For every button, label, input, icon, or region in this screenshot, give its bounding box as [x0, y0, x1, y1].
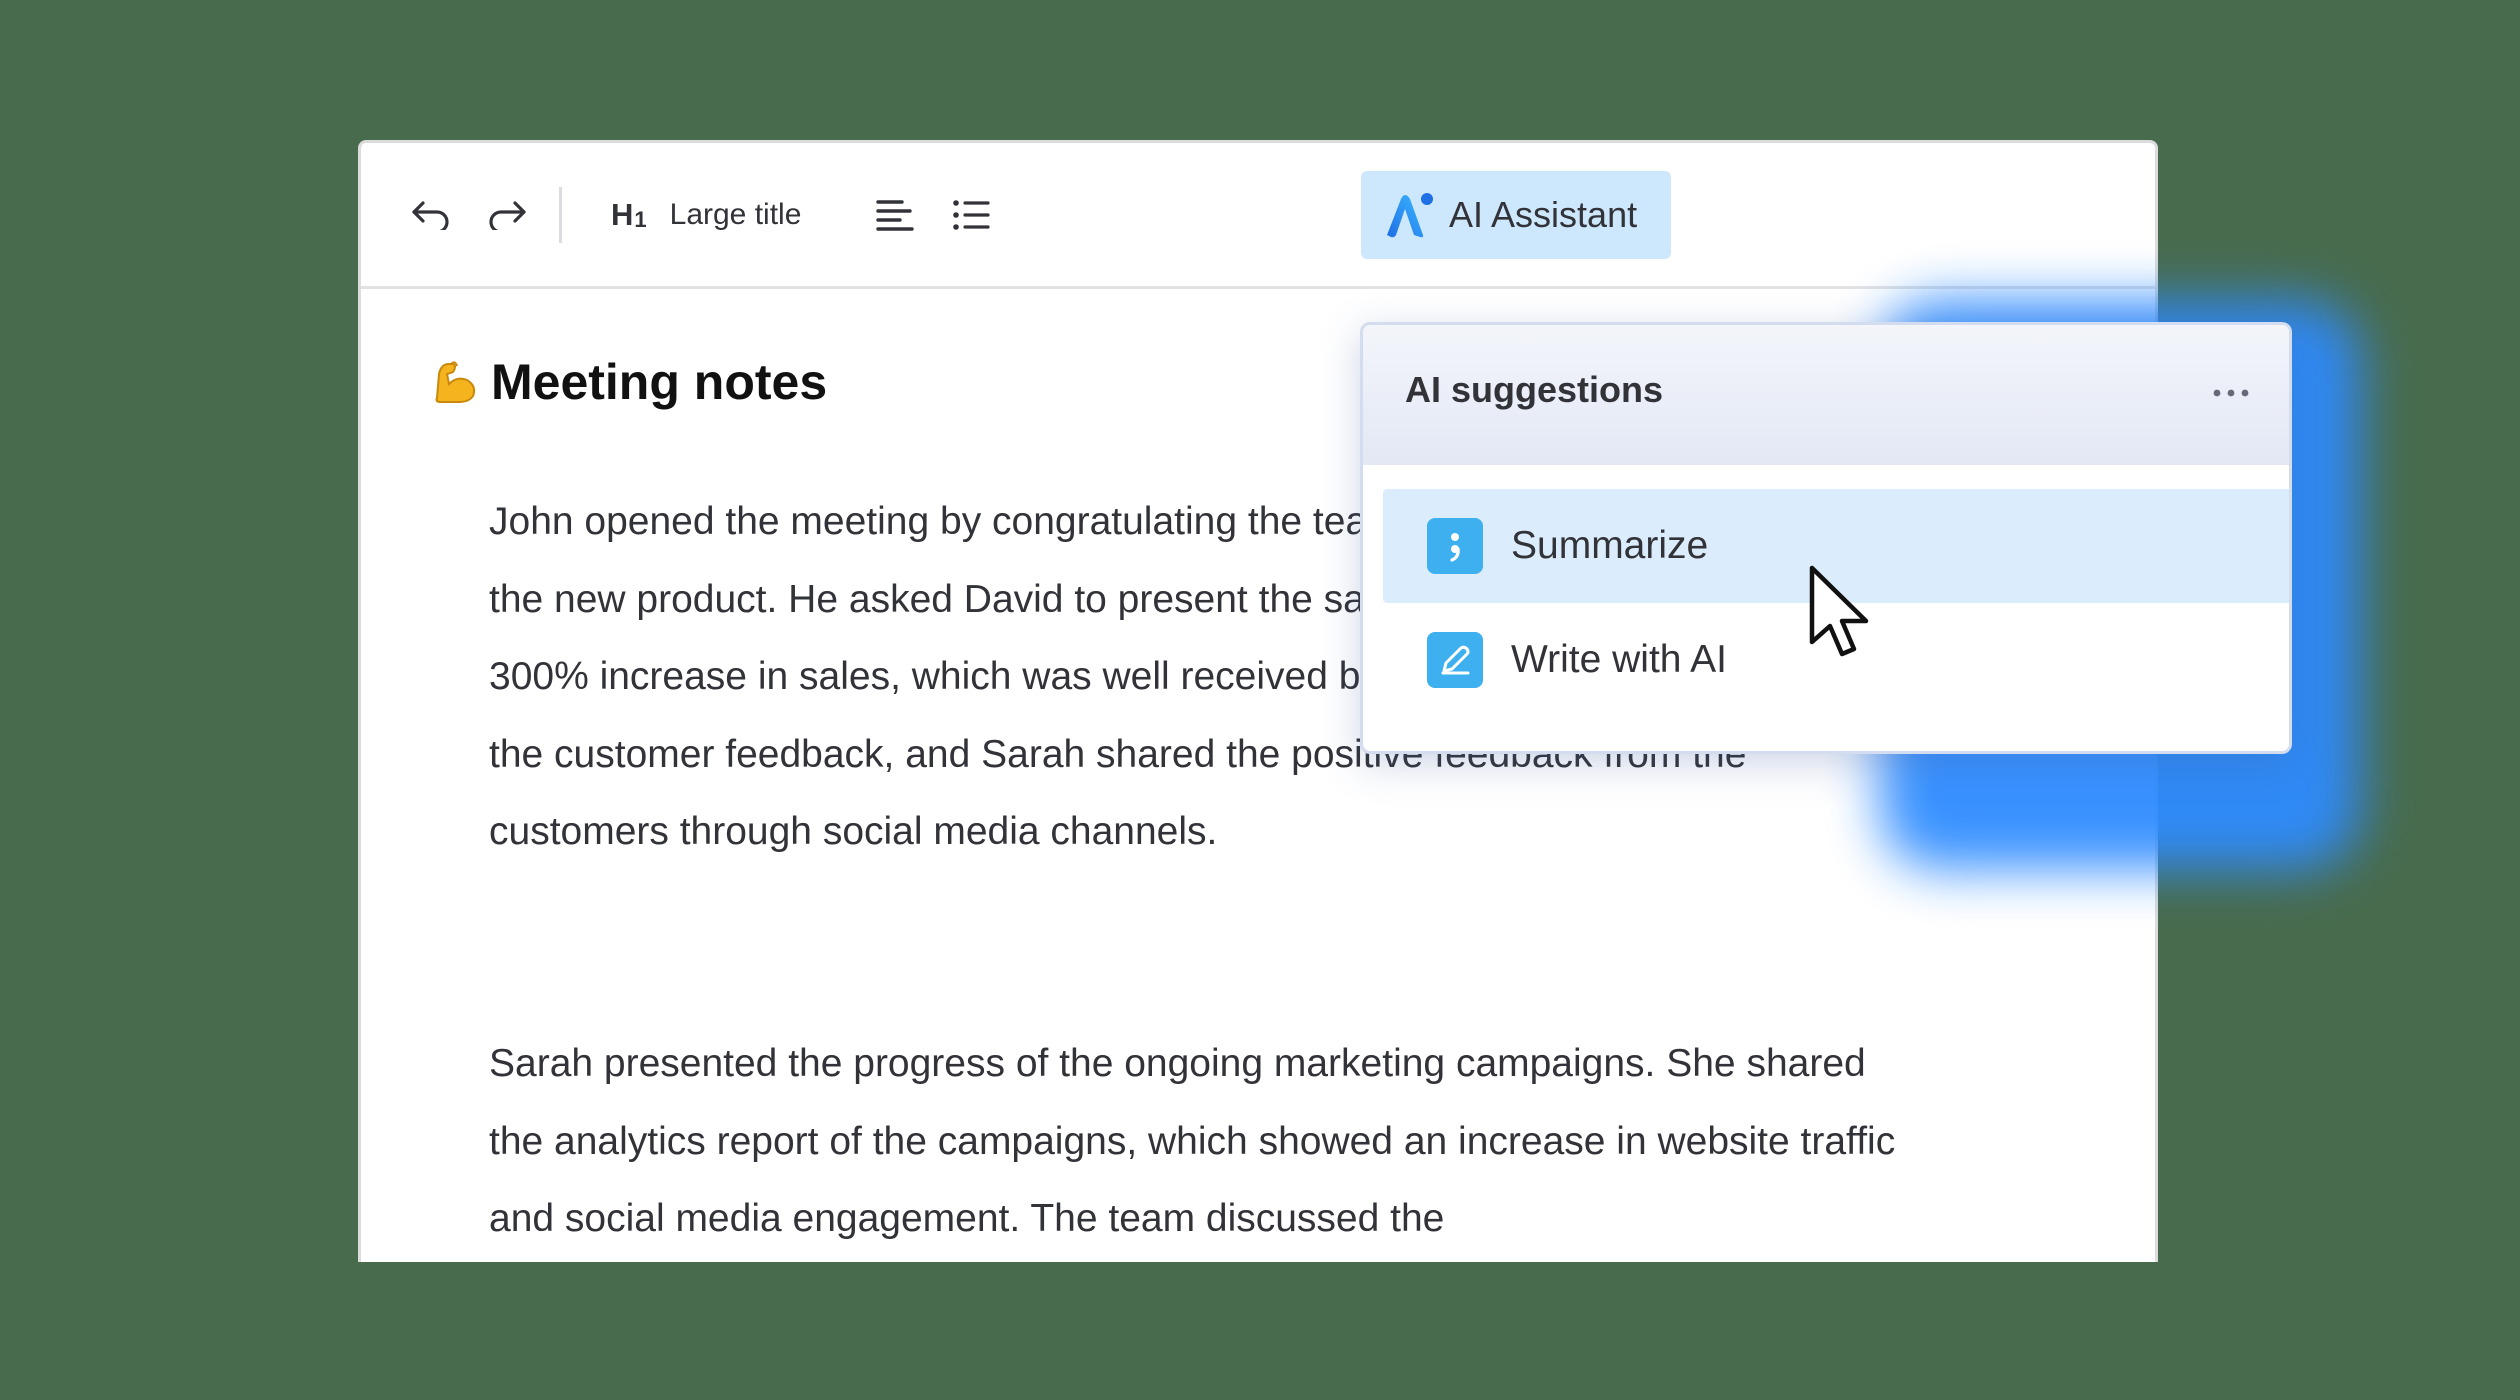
write-with-ai-label: Write with AI: [1511, 638, 1728, 681]
heading-icon: H1: [611, 197, 648, 232]
toolbar: H1 Large title AI Assistant: [361, 143, 2155, 289]
toolbar-divider: [559, 187, 562, 243]
heading-style-selector[interactable]: H1 Large title: [611, 183, 801, 247]
align-left-button[interactable]: [869, 189, 921, 241]
bulleted-list-icon: [953, 200, 990, 230]
mouse-pointer-icon: [1809, 565, 1869, 657]
undo-button[interactable]: [405, 189, 457, 241]
summarize-label: Summarize: [1511, 524, 1709, 567]
document-title[interactable]: Meeting notes: [429, 353, 827, 411]
redo-button[interactable]: [481, 189, 533, 241]
popup-header: AI suggestions: [1363, 325, 2289, 465]
flexed-biceps-emoji-icon: [429, 354, 481, 411]
more-horizontal-icon: [2213, 389, 2249, 397]
stage: H1 Large title AI Assistant Meeting note…: [0, 0, 2520, 1400]
redo-icon: [489, 201, 526, 230]
ai-assistant-label: AI Assistant: [1449, 194, 1638, 235]
bulleted-list-button[interactable]: [945, 189, 997, 241]
ai-suggestions-popup: AI suggestions Summarize Write with AI: [1360, 322, 2292, 754]
heading-style-label: Large title: [669, 198, 802, 231]
align-left-icon: [876, 200, 914, 231]
paragraph-2[interactable]: Sarah presented the progress of the ongo…: [489, 1025, 1929, 1258]
more-options-button[interactable]: [2203, 365, 2259, 421]
undo-icon: [412, 201, 449, 230]
popup-title: AI suggestions: [1405, 369, 1664, 410]
ai-assistant-icon: [1387, 193, 1433, 238]
pencil-icon: [1427, 632, 1483, 688]
ai-assistant-button[interactable]: AI Assistant: [1361, 171, 1671, 259]
document-title-text: Meeting notes: [491, 354, 828, 410]
summarize-icon: [1427, 518, 1483, 574]
